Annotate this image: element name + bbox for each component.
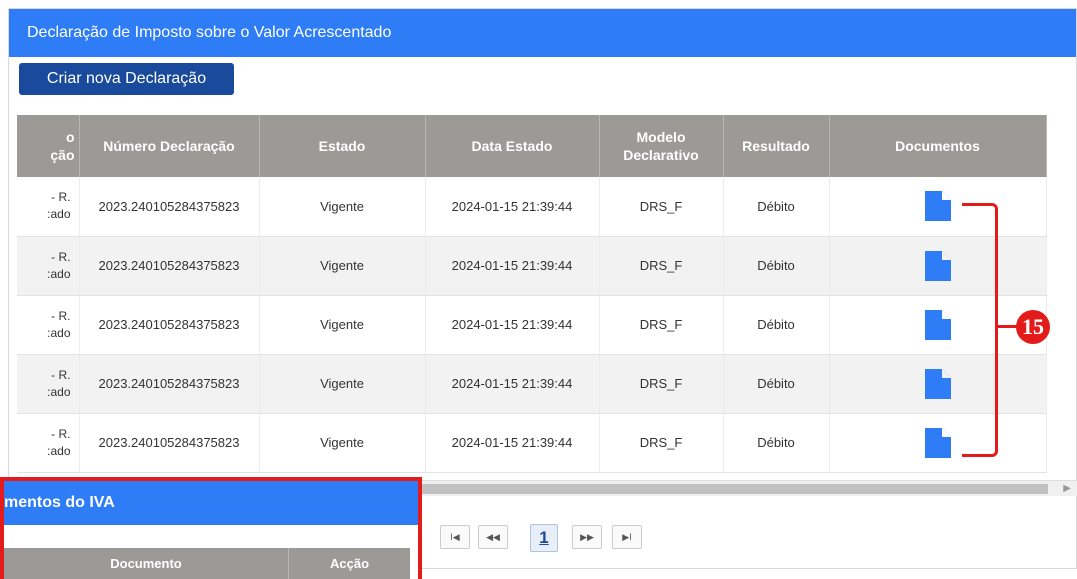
next-page-icon[interactable]: ▶▶	[572, 525, 602, 549]
row-numero: 2023.240105284375823	[79, 354, 260, 414]
row-estado: Vigente	[259, 236, 426, 296]
row-col0: - R.:ado	[17, 413, 80, 473]
table-row[interactable]: - R.:ado 2023.240105284375823 Vigente 20…	[17, 413, 1047, 473]
table-header-row: o ção Número Declaração Estado Data Estad…	[17, 115, 1047, 177]
annotation-callout-badge: 15	[1016, 310, 1050, 344]
iva-table-header: Documento Acção	[4, 548, 410, 579]
table-row[interactable]: - R.:ado 2023.240105284375823 Vigente 20…	[17, 295, 1047, 355]
row-resultado: Débito	[723, 236, 830, 296]
document-icon[interactable]	[923, 368, 953, 400]
document-icon[interactable]	[923, 250, 953, 282]
row-estado: Vigente	[259, 177, 426, 237]
header-accao[interactable]: Acção	[289, 548, 410, 579]
row-data: 2024-01-15 21:39:44	[425, 354, 600, 414]
document-icon[interactable]	[923, 427, 953, 459]
row-documentos	[829, 177, 1047, 237]
last-page-icon[interactable]: ▶I	[612, 525, 642, 549]
row-documentos	[829, 236, 1047, 296]
annotation-bracket	[962, 203, 998, 457]
row-modelo: DRS_F	[599, 295, 724, 355]
row-documentos	[829, 354, 1047, 414]
row-data: 2024-01-15 21:39:44	[425, 413, 600, 473]
first-page-icon[interactable]: I◀	[440, 525, 470, 549]
row-modelo: DRS_F	[599, 354, 724, 414]
document-icon[interactable]	[923, 309, 953, 341]
row-data: 2024-01-15 21:39:44	[425, 177, 600, 237]
header-data-estado[interactable]: Data Estado	[425, 115, 600, 177]
row-numero: 2023.240105284375823	[79, 413, 260, 473]
row-documentos	[829, 413, 1047, 473]
row-resultado: Débito	[723, 354, 830, 414]
iva-documents-panel: mentos do IVA Documento Acção	[0, 477, 422, 579]
table-row[interactable]: - R.:ado 2023.240105284375823 Vigente 20…	[17, 236, 1047, 296]
header-documento[interactable]: Documento	[4, 548, 289, 579]
header-documentos[interactable]: Documentos	[829, 115, 1047, 177]
row-resultado: Débito	[723, 295, 830, 355]
row-data: 2024-01-15 21:39:44	[425, 295, 600, 355]
create-declaration-button[interactable]: Criar nova Declaração	[19, 63, 234, 95]
header-estado[interactable]: Estado	[259, 115, 426, 177]
row-numero: 2023.240105284375823	[79, 177, 260, 237]
header-col0[interactable]: o ção	[17, 115, 80, 177]
row-col0: - R.:ado	[17, 236, 80, 296]
row-modelo: DRS_F	[599, 236, 724, 296]
header-modelo-declarativo[interactable]: Modelo Declarativo	[599, 115, 724, 177]
row-resultado: Débito	[723, 177, 830, 237]
scroll-right-arrow-icon[interactable]: ▶	[1063, 481, 1071, 497]
row-resultado: Débito	[723, 413, 830, 473]
row-estado: Vigente	[259, 413, 426, 473]
row-data: 2024-01-15 21:39:44	[425, 236, 600, 296]
row-modelo: DRS_F	[599, 177, 724, 237]
header-numero-declaracao[interactable]: Número Declaração	[79, 115, 260, 177]
table-row[interactable]: - R.:ado 2023.240105284375823 Vigente 20…	[17, 177, 1047, 237]
current-page-number[interactable]: 1	[530, 524, 558, 552]
row-col0: - R.:ado	[17, 295, 80, 355]
row-modelo: DRS_F	[599, 413, 724, 473]
declarations-table: o ção Número Declaração Estado Data Estad…	[17, 115, 1047, 473]
row-numero: 2023.240105284375823	[79, 295, 260, 355]
row-estado: Vigente	[259, 295, 426, 355]
row-numero: 2023.240105284375823	[79, 236, 260, 296]
iva-panel-title: mentos do IVA	[4, 481, 418, 525]
header-resultado[interactable]: Resultado	[723, 115, 830, 177]
row-col0: - R.:ado	[17, 177, 80, 237]
annotation-bracket-tick	[996, 325, 1018, 328]
declarations-table-container: o ção Número Declaração Estado Data Estad…	[17, 115, 1069, 477]
panel-title: Declaração de Imposto sobre o Valor Acre…	[9, 9, 1076, 57]
row-col0: - R.:ado	[17, 354, 80, 414]
row-estado: Vigente	[259, 354, 426, 414]
document-icon[interactable]	[923, 190, 953, 222]
previous-page-icon[interactable]: ◀◀	[478, 525, 508, 549]
table-row[interactable]: - R.:ado 2023.240105284375823 Vigente 20…	[17, 354, 1047, 414]
